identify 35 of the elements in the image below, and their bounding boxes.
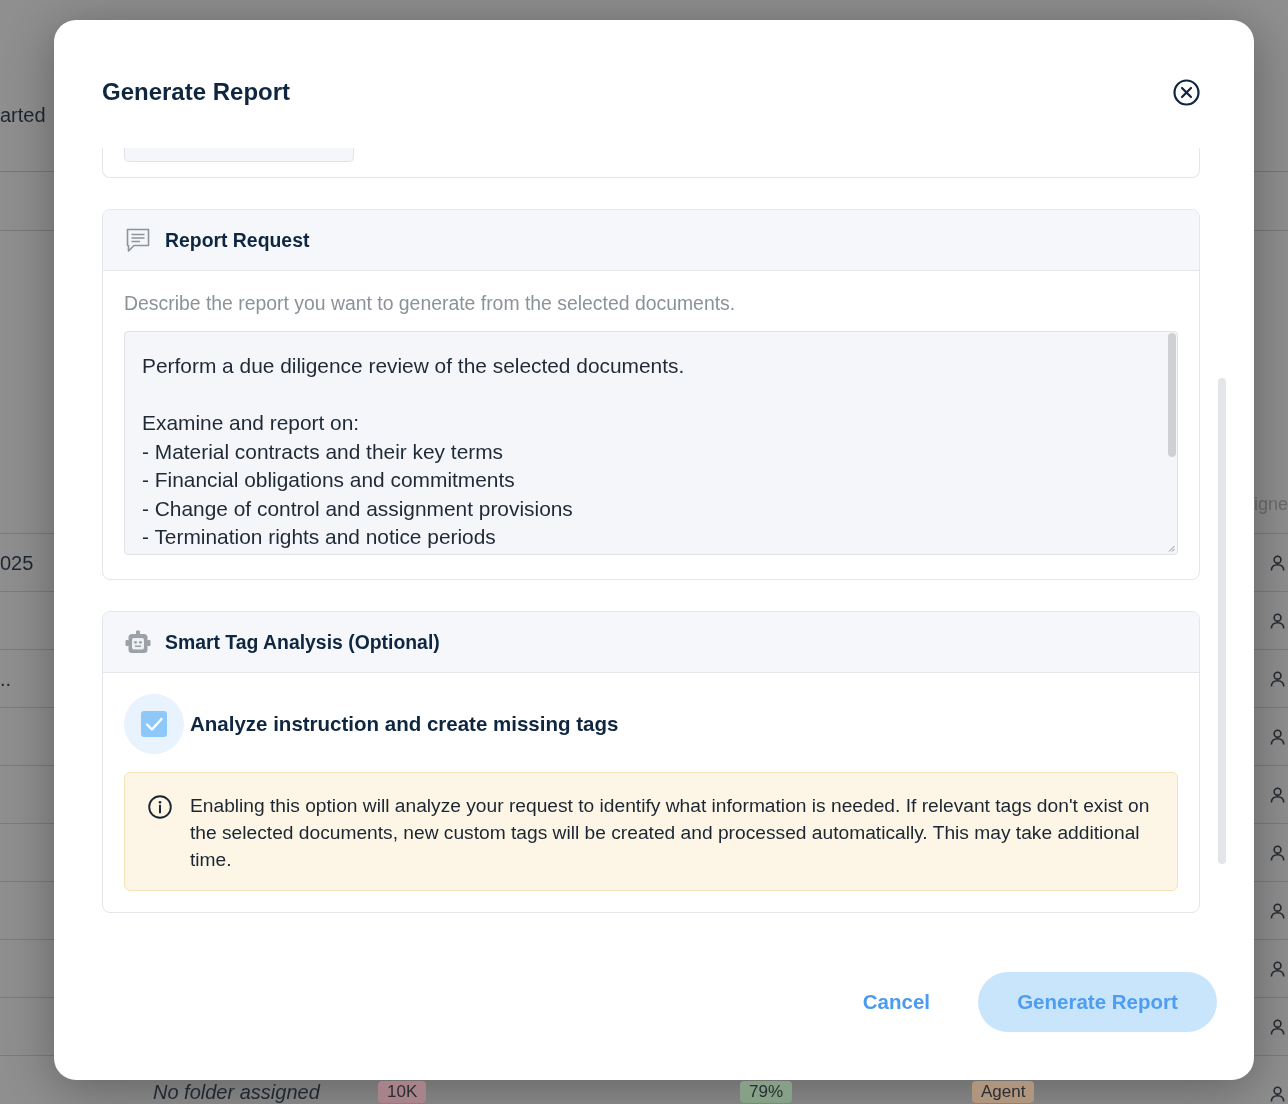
person-icon	[1270, 785, 1287, 804]
person-icon	[1270, 727, 1287, 746]
chat-icon	[125, 227, 151, 253]
table-cell: No folder assigned	[153, 1081, 320, 1103]
dialog-title: Generate Report	[102, 77, 291, 107]
generate-report-button[interactable]: Generate Report	[978, 972, 1217, 1032]
person-icon	[1270, 901, 1287, 920]
info-icon	[148, 795, 172, 819]
close-icon[interactable]	[1173, 78, 1200, 106]
person-icon	[1270, 1017, 1287, 1036]
section-title: Smart Tag Analysis (Optional)	[165, 630, 440, 654]
scrollbar-thumb[interactable]	[1168, 333, 1176, 457]
info-text: Enabling this option will analyze your request to identify what information is needed. If relevant tags don't exist on the selected documents, new custom tags will be created and processed automatically. This may take additional time.	[190, 794, 1151, 872]
checkmark-icon	[141, 711, 167, 737]
person-icon	[1270, 669, 1287, 688]
checkbox-label: Analyze instruction and create missing tags	[190, 712, 619, 736]
input-field[interactable]	[124, 148, 354, 162]
request-textarea[interactable]: Perform a due diligence review of the selected documents. Examine and report on: - Material contracts and their key terms - Financial obligations and commitments - Change of control and assignment provisions - Termination rights and notice periods	[124, 331, 1178, 555]
tag-badge: 10K	[378, 1081, 427, 1103]
table-cell: ..	[0, 667, 12, 690]
section-title: Report Request	[165, 228, 310, 252]
person-icon	[1270, 959, 1287, 978]
description-text: Describe the report you want to generate from the selected documents.	[124, 293, 737, 313]
table-cell: 025	[0, 551, 34, 574]
tag-badge: 79%	[740, 1081, 793, 1103]
column-heading: arted	[0, 104, 46, 126]
tag-badge: Agent	[972, 1081, 1035, 1103]
person-icon	[1270, 611, 1287, 630]
robot-icon	[125, 629, 151, 655]
resize-handle-icon[interactable]	[1168, 545, 1175, 552]
cancel-button[interactable]: Cancel	[862, 972, 930, 1032]
scrollbar-thumb[interactable]	[1218, 378, 1226, 864]
person-icon	[1270, 843, 1287, 862]
person-icon	[1270, 553, 1287, 572]
person-icon	[1270, 1085, 1287, 1103]
